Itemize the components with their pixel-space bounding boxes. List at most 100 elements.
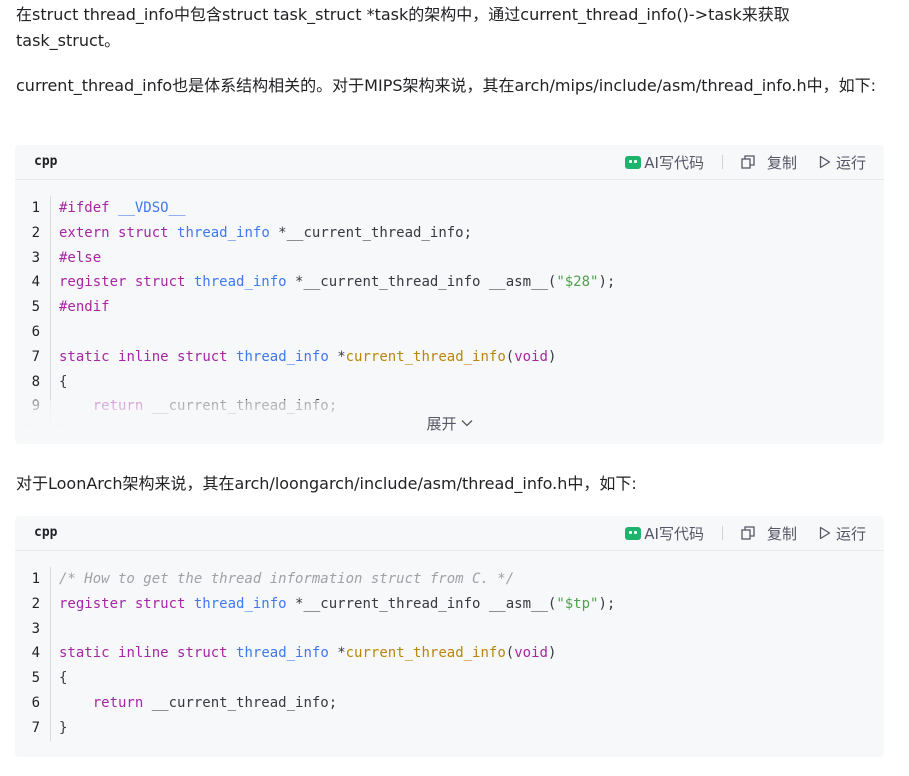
code-text: #else xyxy=(59,246,101,271)
code-language-label: cpp xyxy=(34,525,58,540)
code-token: *__current_thread_info __asm__( xyxy=(286,595,557,612)
code-token: inline xyxy=(118,348,178,365)
copy-button[interactable]: 复制 xyxy=(741,523,797,544)
code-line: 6 xyxy=(15,319,884,345)
code-text: { xyxy=(59,370,67,395)
code-token: __VDSO__ xyxy=(118,200,186,216)
code-token: * xyxy=(328,645,346,662)
code-text: static inline struct thread_info *curren… xyxy=(59,641,556,666)
toolbar-divider xyxy=(721,526,723,540)
code-token: #endif xyxy=(59,299,110,316)
code-token: { xyxy=(59,373,68,390)
expand-label: 展开 xyxy=(426,414,457,433)
code-text: } xyxy=(59,716,67,741)
line-number: 8 xyxy=(15,369,51,395)
paragraph-loongarch: 对于LoonArch架构来说，其在arch/loongarch/include/… xyxy=(16,474,637,493)
code-token: inline xyxy=(118,645,178,662)
code-token: void xyxy=(514,645,548,662)
code-text: extern struct thread_info *__current_thr… xyxy=(59,221,472,246)
code-token: current_thread_info xyxy=(345,348,506,365)
run-label: 运行 xyxy=(835,153,866,172)
toolbar-divider xyxy=(721,155,723,169)
copy-button[interactable]: 复制 xyxy=(741,152,797,173)
copy-label: 复制 xyxy=(766,153,797,172)
code-token: ) xyxy=(547,348,557,365)
code-line: 5{ xyxy=(15,666,884,691)
code-text: static inline struct thread_info *curren… xyxy=(59,345,556,370)
copy-label: 复制 xyxy=(766,524,797,543)
code-text: #ifdef __VDSO__ xyxy=(59,196,185,221)
code-token: "$tp" xyxy=(556,595,599,612)
copy-icon xyxy=(741,526,755,540)
line-number: 6 xyxy=(15,319,51,345)
code-line: 1 /* How to get the thread information st… xyxy=(15,567,884,592)
code-token: thread_info xyxy=(177,224,270,241)
code-token: struct xyxy=(177,348,237,365)
code-text: #endif xyxy=(59,295,110,320)
code-token: "$28" xyxy=(556,274,599,291)
code-token: ( xyxy=(505,348,515,365)
line-number: 3 xyxy=(15,616,51,642)
code-text: /* How to get the thread information str… xyxy=(59,567,514,592)
code-token: thread_info xyxy=(236,645,329,662)
code-block-mips: cpp AI写代码 复制 运行 1 #ifdef __VDSO__ 2 exte… xyxy=(15,145,884,444)
article-content: 在struct thread_info中包含struct task_struct… xyxy=(0,0,909,776)
code-token: } xyxy=(59,719,68,736)
line-number: 3 xyxy=(15,245,51,271)
code-line: 2 register struct thread_info *__current_… xyxy=(15,591,884,617)
code-token: thread_info xyxy=(193,595,287,612)
code-token: static xyxy=(59,645,119,662)
code-body: 1 /* How to get the thread information st… xyxy=(15,551,884,741)
code-token: return xyxy=(92,694,144,711)
code-token: static xyxy=(59,348,119,365)
paragraph-mips: current_thread_info也是体系结构相关的。对于MIPS架构来说，… xyxy=(16,76,877,95)
line-number: 1 xyxy=(15,196,51,221)
code-token: struct xyxy=(134,595,194,612)
code-token: #ifdef xyxy=(59,200,119,216)
run-button[interactable]: 运行 xyxy=(819,523,866,544)
code-token: thread_info xyxy=(236,348,329,365)
line-number: 7 xyxy=(15,715,51,741)
code-token: *__current_thread_info __asm__( xyxy=(286,274,557,291)
code-language-label: cpp xyxy=(34,154,58,169)
code-block-loongarch: cpp AI写代码 复制 运行 1 /* How to get the thre… xyxy=(15,516,884,757)
code-token: ); xyxy=(598,595,616,612)
code-line: 4 register struct thread_info *__current_… xyxy=(15,270,884,296)
code-token: void xyxy=(514,348,548,365)
run-button[interactable]: 运行 xyxy=(819,152,866,173)
code-token: __current_thread_info; xyxy=(143,694,338,711)
code-token: extern xyxy=(59,224,119,241)
code-token: current_thread_info xyxy=(345,645,506,662)
run-label: 运行 xyxy=(835,524,866,543)
code-line: 5 #endif xyxy=(15,295,884,320)
line-number: 4 xyxy=(15,641,51,667)
ai-write-code-button[interactable]: AI写代码 xyxy=(625,152,704,173)
code-line: 6 return __current_thread_info; xyxy=(15,690,884,716)
code-text: register struct thread_info *__current_t… xyxy=(59,592,615,617)
run-icon xyxy=(819,155,831,169)
code-token: register xyxy=(59,595,135,612)
code-toolbar: AI写代码 复制 运行 xyxy=(625,151,866,173)
code-text: { xyxy=(59,666,67,691)
code-token: struct xyxy=(134,274,194,291)
code-line: 7} xyxy=(15,715,884,741)
code-token: ( xyxy=(505,645,515,662)
code-token: struct xyxy=(177,645,237,662)
code-header: cpp AI写代码 复制 运行 xyxy=(15,516,884,551)
ai-write-code-label: AI写代码 xyxy=(644,524,704,543)
code-token: * xyxy=(328,348,346,365)
code-line: 2 extern struct thread_info *__current_th… xyxy=(15,220,884,246)
code-line: 4 static inline struct thread_info *curre… xyxy=(15,641,884,667)
code-line: 3 #else xyxy=(15,245,884,271)
paragraph-task-struct: 在struct thread_info中包含struct task_struct… xyxy=(16,5,790,50)
code-line: 7 static inline struct thread_info *curre… xyxy=(15,344,884,370)
ai-write-code-label: AI写代码 xyxy=(644,153,704,172)
code-token: register xyxy=(59,274,135,291)
code-text: register struct thread_info *__current_t… xyxy=(59,270,615,295)
expand-button[interactable]: 展开 xyxy=(426,413,472,434)
ai-write-code-button[interactable]: AI写代码 xyxy=(625,523,704,544)
code-line: 8{ xyxy=(15,369,884,395)
ai-badge-icon xyxy=(625,526,642,540)
code-token: /* How to get the thread information str… xyxy=(59,571,515,587)
